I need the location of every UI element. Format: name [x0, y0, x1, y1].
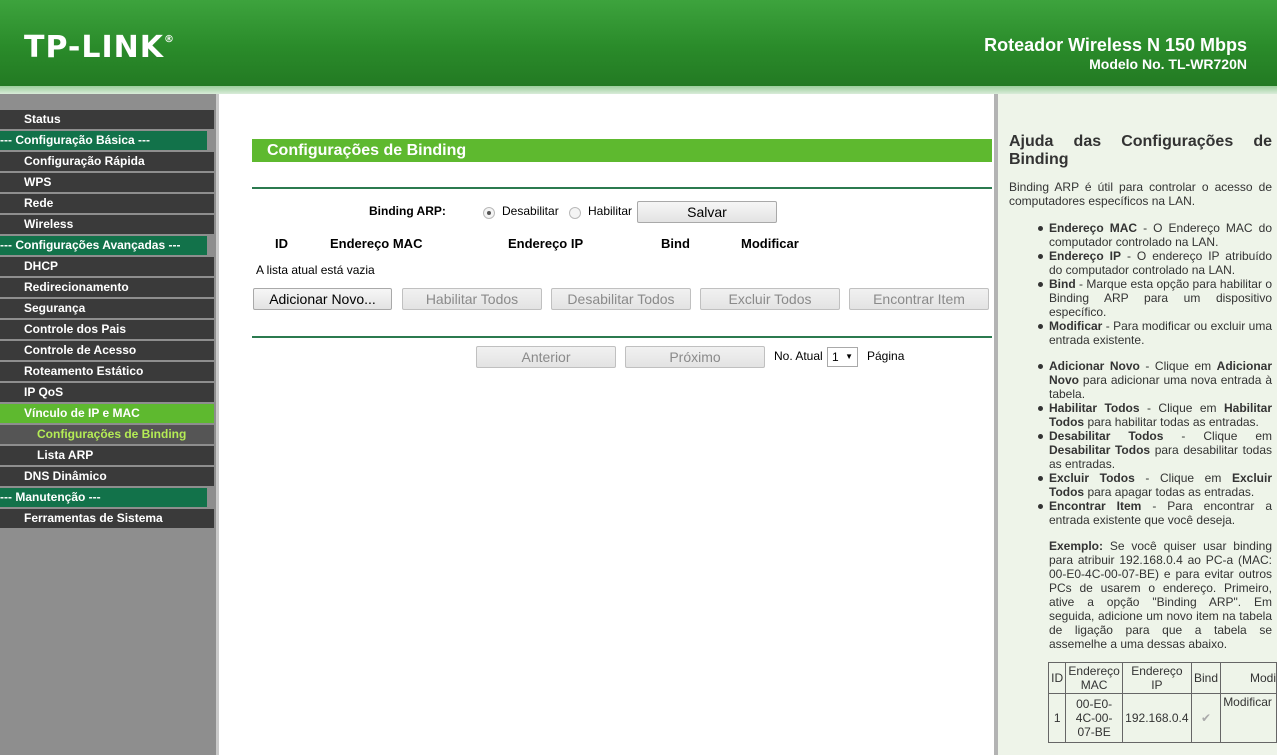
help-title-line2: Binding: [1009, 151, 1069, 168]
page-title: Configurações de Binding: [252, 139, 992, 162]
help-title: Ajuda das Configurações de: [1009, 133, 1272, 150]
disable-all-button[interactable]: Desabilitar Todos: [551, 288, 691, 310]
table-cell-mac: 00-E0-4C-00-07-BE: [1065, 693, 1123, 743]
sidebar-item-parental-control[interactable]: Controle dos Pais: [0, 320, 214, 339]
table-row: ID Endereço MAC Endereço IP Bind Modi: [1047, 662, 1277, 694]
enable-all-button[interactable]: Habilitar Todos: [402, 288, 542, 310]
save-button[interactable]: Salvar: [637, 201, 777, 223]
product-title: Roteador Wireless N 150 Mbps: [984, 35, 1247, 55]
table-cell-id: 1: [1047, 693, 1067, 743]
sidebar-item-static-routing[interactable]: Roteamento Estático: [0, 362, 214, 381]
sidebar-item-dhcp[interactable]: DHCP: [0, 257, 214, 276]
help-button-list: Adicionar Novo - Clique em Adicionar Nov…: [1038, 359, 1273, 527]
previous-page-button[interactable]: Anterior: [476, 346, 616, 368]
table-header-ip: Endereço IP: [1121, 662, 1192, 694]
arp-binding-label: Binding ARP:: [369, 204, 446, 218]
next-page-button[interactable]: Próximo: [625, 346, 765, 368]
sidebar-item-network[interactable]: Rede: [0, 194, 214, 213]
section-divider-top: [252, 187, 992, 189]
table-cell-ip: 192.168.0.4: [1121, 693, 1192, 743]
help-field-list: Endereço MAC - O Endereço MAC do computa…: [1038, 221, 1273, 347]
sidebar: Status --- Configuração Básica --- Confi…: [0, 94, 216, 755]
help-panel: Ajuda das Configurações de Binding Bindi…: [998, 94, 1277, 755]
table-header-bind: Bind: [1190, 662, 1222, 694]
table-header-modify: Modi: [1220, 662, 1277, 694]
arp-enable-label: Habilitar: [588, 204, 633, 218]
sidebar-item-ip-mac-binding[interactable]: Vínculo de IP e MAC: [0, 404, 214, 423]
find-item-button[interactable]: Encontrar Item: [849, 288, 989, 310]
section-divider-bottom: [252, 336, 992, 338]
sidebar-item-status[interactable]: Status: [0, 110, 214, 129]
sidebar-group-advanced-config[interactable]: --- Configurações Avançadas ---: [0, 236, 207, 255]
sidebar-group-basic-config[interactable]: --- Configuração Básica ---: [0, 131, 207, 150]
add-new-button[interactable]: Adicionar Novo...: [253, 288, 392, 310]
col-header-ip: Endereço IP: [508, 236, 584, 251]
list-item: Encontrar Item - Para encontrar a entrad…: [1038, 499, 1272, 527]
header-banner: TP-LINK® Roteador Wireless N 150 Mbps Mo…: [0, 0, 1277, 86]
page-select[interactable]: 1 ▼: [827, 347, 858, 367]
col-header-mac: Endereço MAC: [330, 236, 423, 251]
sidebar-nav: Status --- Configuração Básica --- Confi…: [0, 110, 214, 530]
chevron-down-icon: ▼: [845, 352, 853, 361]
sidebar-item-system-tools[interactable]: Ferramentas de Sistema: [0, 509, 214, 528]
main-content: Configurações de Binding Binding ARP: De…: [219, 94, 994, 755]
sidebar-item-quick-setup[interactable]: Configuração Rápida: [0, 152, 214, 171]
arp-disable-radio[interactable]: [483, 207, 495, 219]
page-label: Página: [867, 349, 905, 363]
tp-link-logo: TP-LINK®: [24, 30, 176, 65]
list-item: Bind - Marque esta opção para habilitar …: [1038, 277, 1272, 319]
help-example: Exemplo: Se você quiser usar binding par…: [1049, 539, 1272, 651]
col-header-id: ID: [275, 236, 288, 251]
example-table: ID Endereço MAC Endereço IP Bind Modi 1 …: [1047, 662, 1277, 743]
list-item: Desabilitar Todos - Clique em Desabilita…: [1038, 429, 1273, 471]
sidebar-subitem-binding-settings[interactable]: Configurações de Binding: [0, 425, 214, 444]
sidebar-item-security[interactable]: Segurança: [0, 299, 214, 318]
current-page-label: No. Atual: [774, 349, 823, 363]
arp-disable-label: Desabilitar: [502, 204, 559, 218]
col-header-modify: Modificar: [741, 236, 799, 251]
model-number: Modelo No. TL-WR720N: [1089, 56, 1247, 72]
sidebar-item-access-control[interactable]: Controle de Acesso: [0, 341, 214, 360]
sidebar-group-maintenance[interactable]: --- Manutenção ---: [0, 488, 207, 507]
table-cell-modify: Modificar: [1220, 693, 1277, 743]
checkbox-icon: ✔: [1190, 693, 1222, 743]
list-item: Endereço IP - O endereço IP atribuído do…: [1038, 249, 1273, 277]
list-item: Excluir Todos - Clique em Excluir Todos …: [1038, 471, 1272, 499]
list-item: Adicionar Novo - Clique em Adicionar Nov…: [1038, 359, 1272, 401]
help-intro: Binding ARP é útil para controlar o aces…: [1009, 180, 1272, 208]
col-header-bind: Bind: [661, 236, 690, 251]
sidebar-item-dynamic-dns[interactable]: DNS Dinâmico: [0, 467, 214, 486]
arp-enable-radio[interactable]: [569, 207, 581, 219]
list-item: Habilitar Todos - Clique em Habilitar To…: [1038, 401, 1272, 429]
sidebar-subitem-arp-list[interactable]: Lista ARP: [0, 446, 214, 465]
delete-all-button[interactable]: Excluir Todos: [700, 288, 840, 310]
sidebar-item-forwarding[interactable]: Redirecionamento: [0, 278, 214, 297]
header-divider: [0, 86, 1277, 94]
page-select-value: 1: [832, 350, 839, 364]
table-header-id: ID: [1047, 662, 1067, 694]
table-header-mac: Endereço MAC: [1065, 662, 1123, 694]
list-item: Modificar - Para modificar ou excluir um…: [1038, 319, 1272, 347]
list-item: Endereço MAC - O Endereço MAC do computa…: [1038, 221, 1272, 249]
sidebar-item-wireless[interactable]: Wireless: [0, 215, 214, 234]
table-row: 1 00-E0-4C-00-07-BE 192.168.0.4 ✔ Modifi…: [1047, 693, 1277, 743]
sidebar-item-wps[interactable]: WPS: [0, 173, 214, 192]
sidebar-item-ip-qos[interactable]: IP QoS: [0, 383, 214, 402]
empty-list-message: A lista atual está vazia: [256, 263, 375, 277]
